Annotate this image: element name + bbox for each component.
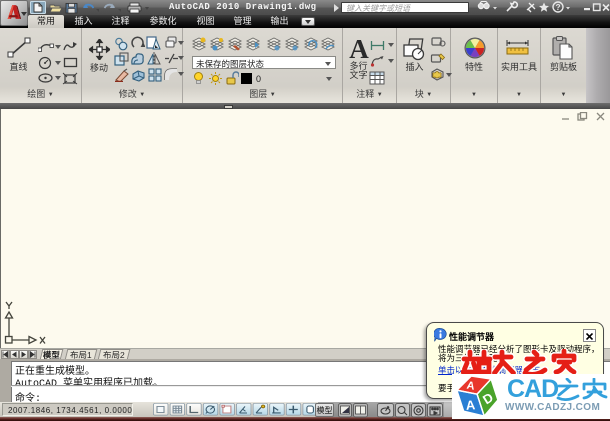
svg-text:A: A bbox=[465, 397, 476, 413]
svg-text:?: ? bbox=[556, 3, 561, 12]
